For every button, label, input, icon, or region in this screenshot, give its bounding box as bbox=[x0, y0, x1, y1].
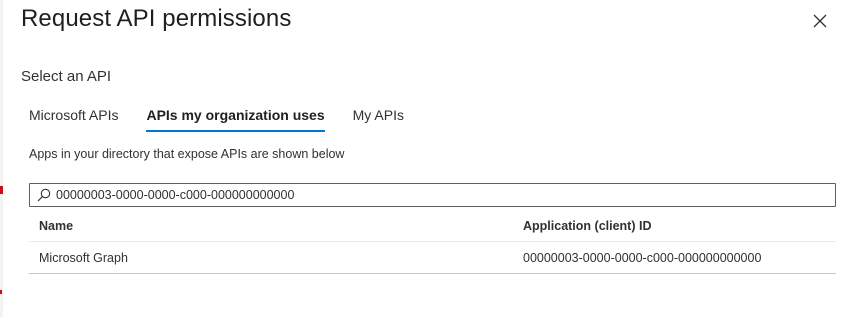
api-table: Name Application (client) ID Microsoft G… bbox=[29, 210, 836, 274]
api-name-cell[interactable]: Microsoft Graph bbox=[29, 251, 523, 265]
search-box[interactable] bbox=[29, 183, 836, 207]
panel-title: Request API permissions bbox=[21, 5, 292, 32]
table-row[interactable]: Microsoft Graph 00000003-0000-0000-c000-… bbox=[29, 242, 836, 274]
select-api-label: Select an API bbox=[21, 68, 112, 85]
close-icon bbox=[813, 14, 827, 28]
tab-my-apis[interactable]: My APIs bbox=[353, 104, 404, 132]
left-edge-strip bbox=[0, 0, 3, 317]
column-header-name[interactable]: Name bbox=[29, 219, 523, 233]
search-input[interactable] bbox=[56, 185, 835, 205]
table-header-row: Name Application (client) ID bbox=[29, 210, 836, 242]
tab-microsoft-apis[interactable]: Microsoft APIs bbox=[29, 104, 118, 132]
search-icon bbox=[36, 187, 52, 203]
column-header-client-id[interactable]: Application (client) ID bbox=[523, 219, 836, 233]
edge-marker bbox=[0, 290, 2, 294]
tab-description: Apps in your directory that expose APIs … bbox=[29, 147, 345, 161]
api-client-id-cell: 00000003-0000-0000-c000-000000000000 bbox=[523, 250, 762, 265]
close-button[interactable] bbox=[808, 9, 832, 33]
api-tabs: Microsoft APIs APIs my organization uses… bbox=[29, 104, 432, 134]
tab-apis-my-organization-uses[interactable]: APIs my organization uses bbox=[146, 104, 325, 132]
edge-marker bbox=[0, 186, 3, 194]
